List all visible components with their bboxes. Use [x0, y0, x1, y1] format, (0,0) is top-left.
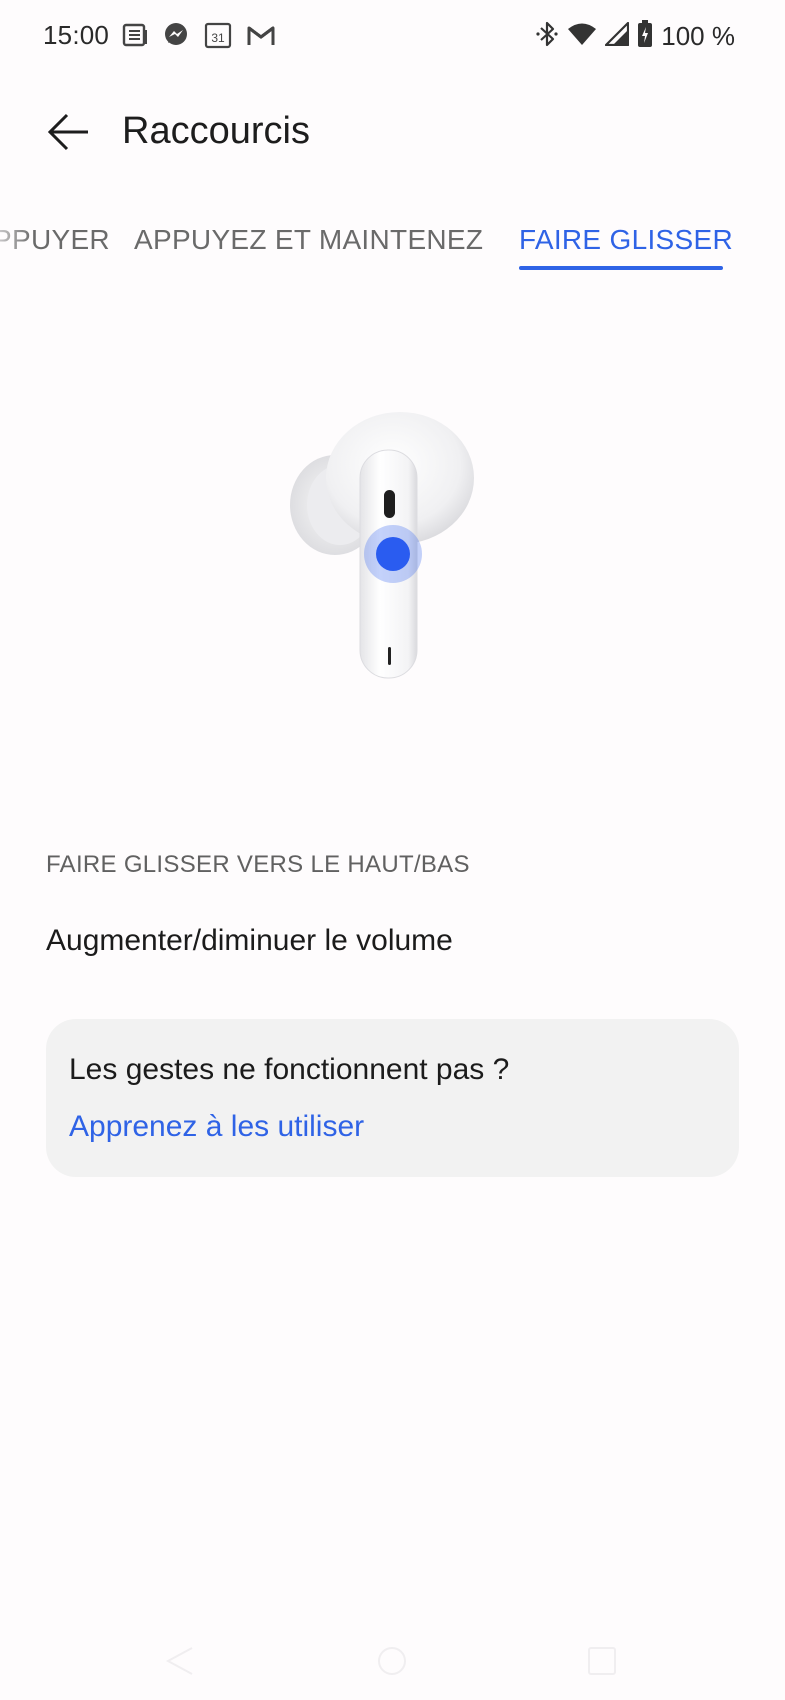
status-bar: 15:00 31 100 %: [0, 0, 785, 72]
arrow-left-icon: [46, 112, 90, 157]
wifi-icon: [567, 22, 597, 51]
gmail-icon: [246, 23, 276, 52]
system-nav-bar: [0, 1620, 785, 1700]
learn-gestures-link[interactable]: Apprenez à les utiliser: [69, 1110, 364, 1144]
calendar-icon: 31: [204, 21, 232, 54]
touch-indicator-dot: [376, 537, 410, 571]
notification-icons: 31: [122, 22, 276, 52]
nav-home-button[interactable]: [372, 1644, 412, 1678]
nav-back-button[interactable]: [160, 1644, 200, 1678]
circle-home-icon: [378, 1647, 406, 1675]
news-icon: [122, 22, 148, 53]
svg-text:31: 31: [211, 31, 225, 45]
help-card: Les gestes ne fonctionnent pas ? Apprene…: [46, 1019, 739, 1177]
status-time: 15:00: [43, 20, 110, 50]
page-title: Raccourcis: [122, 110, 310, 152]
earbud-illustration: [280, 400, 480, 700]
back-button[interactable]: [38, 104, 98, 164]
swipe-action-value[interactable]: Augmenter/diminuer le volume: [46, 924, 453, 958]
tab-bar: PPUYER APPUYEZ ET MAINTENEZ FAIRE GLISSE…: [0, 214, 785, 272]
triangle-back-icon: [165, 1647, 193, 1675]
bluetooth-icon: [535, 20, 559, 53]
swipe-section-header: FAIRE GLISSER VERS LE HAUT/BAS: [46, 851, 470, 878]
system-status: 100 %: [535, 19, 735, 53]
active-tab-indicator: [519, 266, 723, 270]
signal-icon: [605, 21, 630, 51]
messenger-icon: [162, 21, 190, 54]
help-question: Les gestes ne fonctionnent pas ?: [69, 1053, 510, 1086]
square-recents-icon: [588, 1647, 616, 1675]
tab-press-and-hold[interactable]: APPUYEZ ET MAINTENEZ: [134, 224, 483, 256]
tab-swipe[interactable]: FAIRE GLISSER: [519, 224, 733, 256]
battery-icon: [637, 19, 653, 53]
nav-recents-button[interactable]: [582, 1644, 622, 1678]
tab-press[interactable]: PPUYER: [0, 224, 110, 256]
battery-percent: 100 %: [661, 20, 735, 51]
